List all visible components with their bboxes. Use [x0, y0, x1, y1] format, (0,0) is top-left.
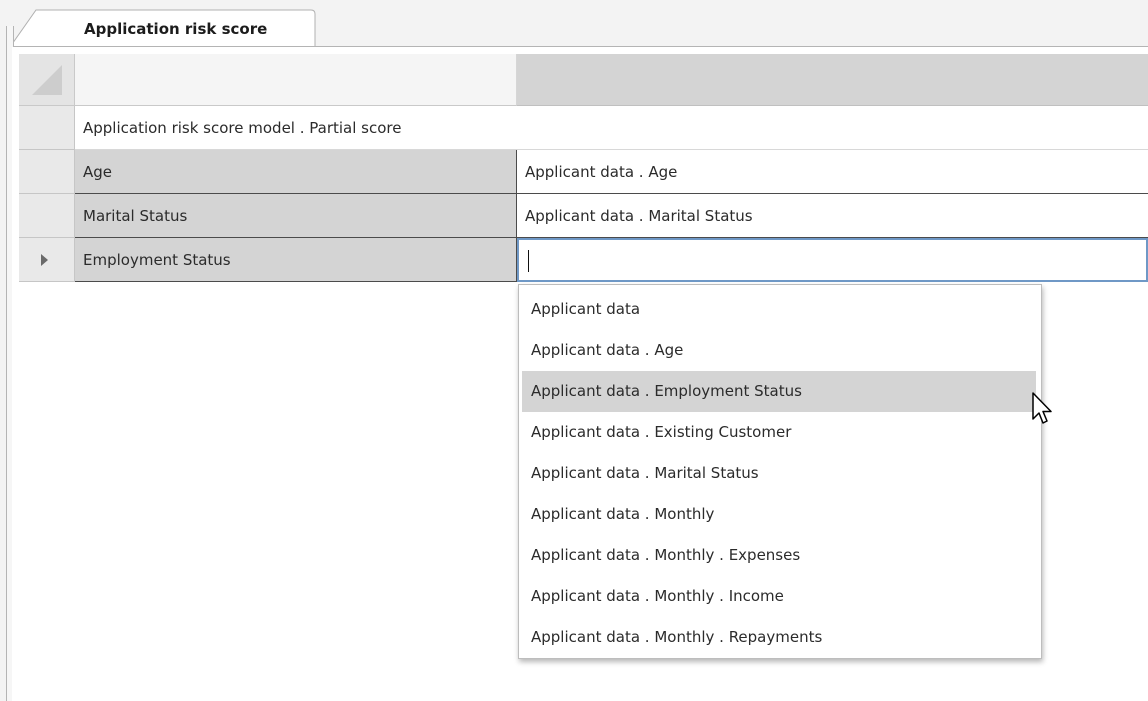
current-row-triangle-icon [41, 254, 48, 266]
target-cell[interactable]: Applicant data . Marital Status [517, 194, 1148, 238]
text-caret [528, 249, 529, 272]
dropdown-option[interactable]: Applicant data . Monthly . Income [522, 576, 1036, 617]
select-all-corner[interactable] [19, 54, 75, 106]
target-dropdown-list[interactable]: Applicant data Applicant data . Age Appl… [518, 284, 1042, 659]
target-cell-editor[interactable] [517, 238, 1148, 282]
dropdown-option[interactable]: Applicant data . Monthly . Repayments [522, 617, 1036, 658]
table-row-title: Application risk score model . Partial s… [19, 106, 1148, 150]
title-cell[interactable]: Application risk score model . Partial s… [75, 106, 1148, 150]
grid-header-row [19, 54, 1148, 106]
dropdown-option[interactable]: Applicant data [522, 289, 1036, 330]
dropdown-option[interactable]: Applicant data . Monthly . Expenses [522, 535, 1036, 576]
select-all-corner-icon [32, 65, 62, 95]
tab-label: Application risk score [84, 20, 268, 38]
source-cell[interactable]: Age [75, 150, 517, 194]
mouse-pointer-icon [1031, 392, 1053, 432]
target-cell[interactable]: Applicant data . Age [517, 150, 1148, 194]
table-row: Age Applicant data . Age [19, 150, 1148, 194]
row-header[interactable] [19, 194, 75, 238]
source-cell[interactable]: Employment Status [75, 238, 517, 282]
tab-strip: Application risk score [0, 0, 1148, 47]
source-cell[interactable]: Marital Status [75, 194, 517, 238]
row-header[interactable] [19, 106, 75, 150]
row-header-current[interactable] [19, 238, 75, 282]
table-row-current: Employment Status [19, 238, 1148, 282]
tab-application-risk-score[interactable]: Application risk score [10, 9, 316, 47]
window: Application risk score Application risk … [0, 0, 1148, 701]
column-header-target[interactable] [517, 54, 1148, 106]
dropdown-option[interactable]: Applicant data . Monthly [522, 494, 1036, 535]
dropdown-option-highlighted[interactable]: Applicant data . Employment Status [522, 371, 1036, 412]
dropdown-option[interactable]: Applicant data . Existing Customer [522, 412, 1036, 453]
row-header[interactable] [19, 150, 75, 194]
dropdown-option[interactable]: Applicant data . Marital Status [522, 453, 1036, 494]
table-row: Marital Status Applicant data . Marital … [19, 194, 1148, 238]
dropdown-option[interactable]: Applicant data . Age [522, 330, 1036, 371]
column-header-source[interactable] [75, 54, 517, 106]
